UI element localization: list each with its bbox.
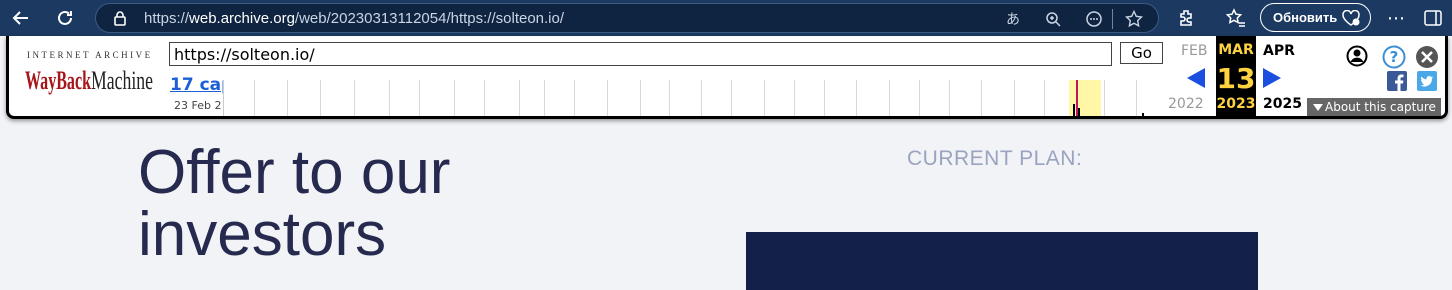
sparkline-year-divider bbox=[919, 80, 920, 116]
sparkline-year-divider bbox=[287, 80, 288, 116]
lock-icon[interactable] bbox=[112, 10, 128, 26]
heading-line-1: Offer to our bbox=[138, 138, 451, 207]
current-day: 13 bbox=[1216, 62, 1256, 95]
sparkline-year-divider bbox=[1044, 80, 1045, 116]
captures-link[interactable]: 17 captures bbox=[170, 75, 224, 95]
sparkline-year-divider bbox=[764, 80, 765, 116]
sparkline-year-divider bbox=[1014, 80, 1015, 116]
user-account-icon[interactable] bbox=[1346, 45, 1368, 67]
update-button[interactable]: Обновить bbox=[1260, 3, 1371, 32]
prev-capture-arrow-icon[interactable] bbox=[1187, 68, 1205, 88]
capture-sparkline[interactable] bbox=[223, 80, 1163, 116]
svg-text:WayBack: WayBack bbox=[25, 66, 91, 95]
svg-text:Machine: Machine bbox=[91, 66, 153, 95]
sparkline-year-divider bbox=[1136, 80, 1137, 116]
close-icon[interactable] bbox=[1415, 45, 1439, 69]
zoom-icon[interactable] bbox=[1042, 8, 1064, 30]
sparkline-year-divider bbox=[701, 80, 702, 116]
sparkline-year-divider bbox=[607, 80, 608, 116]
sparkline-year-divider bbox=[389, 80, 390, 116]
sparkline-year-divider bbox=[254, 80, 255, 116]
twitter-icon[interactable] bbox=[1417, 71, 1437, 91]
sparkline-capture-bar bbox=[1142, 113, 1144, 116]
favorite-star-icon[interactable] bbox=[1123, 8, 1145, 30]
sparkline-capture-bar bbox=[1073, 104, 1075, 116]
sparkline-year-divider bbox=[320, 80, 321, 116]
browser-toolbar: https://web.archive.org/web/202303131120… bbox=[0, 0, 1452, 36]
sidebar-icon[interactable] bbox=[1420, 5, 1446, 31]
sparkline-year-divider bbox=[519, 80, 520, 116]
next-year-link[interactable]: 2025 bbox=[1263, 96, 1302, 112]
address-bar[interactable]: https://web.archive.org/web/202303131120… bbox=[95, 3, 1159, 33]
favorites-icon[interactable] bbox=[1223, 5, 1249, 31]
extensions-icon[interactable] bbox=[1173, 5, 1199, 31]
heart-icon bbox=[1342, 10, 1360, 26]
sparkline-year-divider bbox=[544, 80, 545, 116]
sparkline-year-divider bbox=[794, 80, 795, 116]
sparkline-year-divider bbox=[981, 80, 982, 116]
facebook-icon[interactable] bbox=[1387, 71, 1407, 91]
sparkline-year-divider bbox=[484, 80, 485, 116]
sparkline-year-divider bbox=[419, 80, 420, 116]
sparkline-year-divider bbox=[354, 80, 355, 116]
internet-archive-label: INTERNET ARCHIVE bbox=[27, 50, 153, 60]
prev-year-link[interactable]: 2022 bbox=[1168, 96, 1204, 112]
page-heading: Offer to our investors bbox=[138, 142, 450, 266]
wayback-toolbar: INTERNET ARCHIVE WayBack Machine Go 17 c… bbox=[6, 36, 1448, 119]
sparkline-year-divider bbox=[824, 80, 825, 116]
next-month-link[interactable]: APR bbox=[1263, 43, 1295, 59]
capture-date-range: 23 Feb 2 bbox=[174, 99, 222, 112]
go-button[interactable]: Go bbox=[1120, 42, 1163, 64]
tracking-icon[interactable] bbox=[1083, 8, 1105, 30]
refresh-icon[interactable] bbox=[52, 5, 78, 31]
sparkline-year-divider bbox=[454, 80, 455, 116]
next-capture-arrow-icon[interactable] bbox=[1263, 68, 1281, 88]
read-aloud-icon[interactable]: あ bbox=[1002, 8, 1024, 30]
help-icon[interactable]: ? bbox=[1382, 45, 1406, 69]
sparkline-year-divider bbox=[640, 80, 641, 116]
about-capture-label: About this capture bbox=[1325, 100, 1436, 114]
sparkline-year-divider bbox=[669, 80, 670, 116]
svg-text:?: ? bbox=[1390, 48, 1399, 66]
heading-line-2: investors bbox=[138, 200, 387, 269]
sparkline-year-divider bbox=[731, 80, 732, 116]
sparkline-year-divider bbox=[889, 80, 890, 116]
more-icon[interactable]: ⋯ bbox=[1383, 5, 1409, 31]
current-plan-label: CURRENT PLAN: bbox=[907, 147, 1083, 170]
current-year: 2023 bbox=[1216, 96, 1256, 112]
about-capture-button[interactable]: About this capture bbox=[1307, 98, 1441, 116]
address-separator bbox=[1112, 9, 1113, 29]
address-url[interactable]: https://web.archive.org/web/202303131120… bbox=[144, 10, 564, 27]
sparkline-capture-bar bbox=[1078, 108, 1080, 116]
sparkline-year-divider bbox=[949, 80, 950, 116]
triangle-down-icon bbox=[1313, 104, 1323, 111]
wayback-machine-logo[interactable]: WayBack Machine bbox=[25, 62, 153, 98]
sparkline-year-divider bbox=[574, 80, 575, 116]
plan-card bbox=[746, 232, 1258, 290]
prev-month-link[interactable]: FEB bbox=[1181, 43, 1208, 59]
update-label: Обновить bbox=[1273, 10, 1338, 25]
wayback-url-input[interactable] bbox=[169, 42, 1112, 66]
sparkline-year-divider bbox=[1104, 80, 1105, 116]
sparkline-year-divider bbox=[856, 80, 857, 116]
back-icon[interactable] bbox=[8, 5, 34, 31]
